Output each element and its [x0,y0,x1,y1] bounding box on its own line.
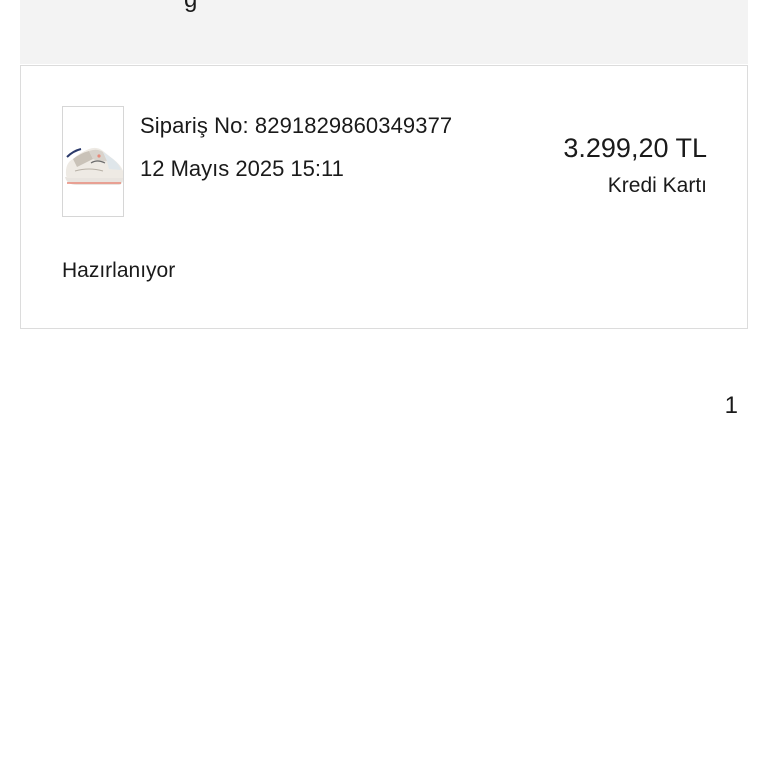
order-number: Sipariş No: 8291829860349377 [140,113,453,138]
header-title-fragment: g [184,0,197,14]
page-header-band: g [20,0,748,64]
payment-method: Kredi Kartı [607,174,707,197]
order-status: Hazırlanıyor [62,259,176,282]
order-date: 12 Mayıs 2025 15:11 [140,156,344,181]
pagination-page-1[interactable]: 1 [725,392,738,420]
order-total-price: 3.299,20 TL [563,133,707,163]
sneaker-image-icon [63,107,123,216]
product-thumbnail[interactable] [62,106,124,217]
order-card[interactable]: Sipariş No: 8291829860349377 12 Mayıs 20… [20,65,748,329]
